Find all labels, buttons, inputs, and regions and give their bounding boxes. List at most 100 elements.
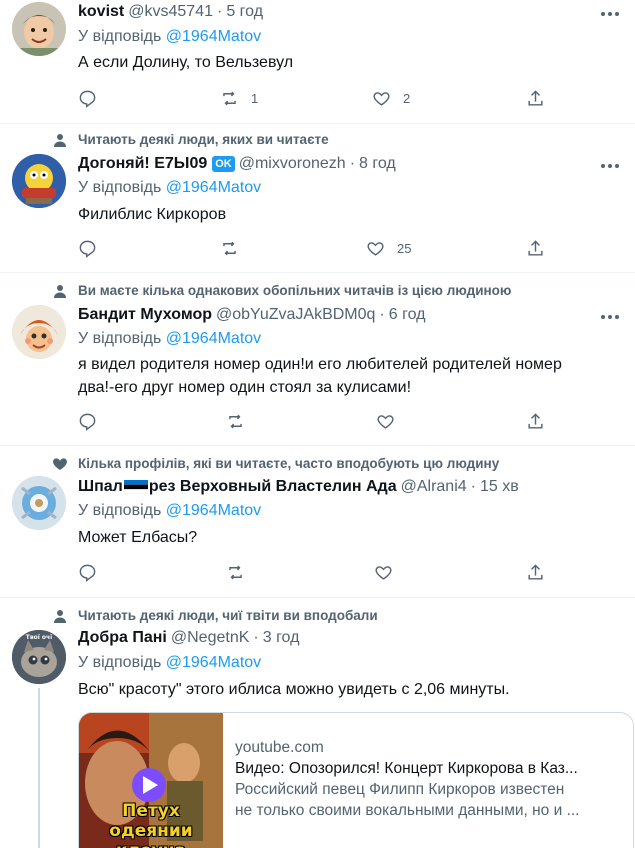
social-context: Ви маєте кілька однакових обопільних чит…: [78, 283, 512, 298]
share-button[interactable]: [526, 560, 545, 584]
separator-dot: ·: [216, 3, 223, 20]
card-domain: youtube.com: [235, 739, 324, 756]
reply-button[interactable]: [78, 409, 97, 433]
estonia-flag-icon: [123, 480, 148, 495]
like-button[interactable]: 2: [372, 86, 410, 110]
tweet-header: Добра Пані @NegetnK · 3 год: [78, 629, 299, 647]
author-handle[interactable]: @Alrani4: [401, 478, 467, 496]
reply-icon: [79, 564, 96, 582]
share-button[interactable]: [526, 86, 545, 110]
share-icon: [528, 239, 543, 256]
author-name-part[interactable]: Шпал: [78, 478, 123, 496]
more-options-icon[interactable]: [599, 4, 621, 24]
video-thumbnail[interactable]: Петух одеянии клоуна: [79, 713, 223, 848]
like-button[interactable]: [376, 409, 395, 433]
author-handle[interactable]: @NegetnK: [171, 629, 250, 647]
reply-button[interactable]: [78, 86, 97, 110]
more-options-icon[interactable]: [599, 307, 621, 327]
separator-dot: ·: [349, 155, 356, 172]
retweet-icon: [229, 565, 242, 579]
timestamp[interactable]: 5 год: [226, 3, 263, 21]
thumbnail-caption-line: одеянии клоуна: [109, 821, 193, 848]
thumbnail-caption-line: Петух: [122, 801, 180, 821]
person-icon: [52, 283, 68, 299]
like-count: 25: [397, 240, 412, 256]
author-name-part[interactable]: рез Верховный Властелин Ада: [149, 478, 397, 496]
reply-icon: [79, 240, 96, 258]
author-name[interactable]: Добра Пані: [78, 629, 167, 647]
avatar[interactable]: Твої очі: [12, 630, 66, 684]
heart-icon: [367, 241, 384, 256]
avatar[interactable]: [12, 305, 66, 359]
reply-icon: [79, 90, 96, 108]
avatar[interactable]: [12, 476, 66, 530]
reply-prefix: У відповідь: [78, 502, 162, 519]
retweet-button[interactable]: 1: [220, 86, 258, 110]
replying-to: У відповідь @1964Matov: [78, 28, 261, 46]
social-context: Читають деякі люди, чиї твіти ви вподоба…: [78, 608, 378, 623]
share-icon: [528, 563, 543, 580]
separator-dot: ·: [253, 629, 259, 646]
tweet-header: Шпал рез Верховный Властелин Ада @Alrani…: [78, 478, 519, 496]
retweet-button[interactable]: [226, 560, 245, 584]
card-title[interactable]: Видео: Опозорился! Концерт Киркорова в К…: [235, 758, 625, 779]
retweet-icon: [223, 91, 236, 105]
retweet-button[interactable]: [220, 236, 251, 260]
author-handle[interactable]: @obYuZvaJAkBDM0q: [216, 306, 375, 324]
avatar[interactable]: [12, 154, 66, 208]
author-name[interactable]: kovist: [78, 3, 124, 21]
reply-prefix: У відповідь: [78, 28, 162, 45]
tweet-text-line: два!-его друг номер один стоял за кулиса…: [78, 379, 412, 396]
tweet-3[interactable]: Ви маєте кілька однакових обопільних чит…: [0, 273, 635, 446]
replying-to: У відповідь @1964Matov: [78, 330, 261, 348]
replying-to: У відповідь @1964Matov: [78, 179, 261, 197]
reply-prefix: У відповідь: [78, 179, 162, 196]
retweet-button[interactable]: [226, 409, 245, 433]
separator-dot: ·: [470, 478, 476, 495]
timestamp[interactable]: 15 хв: [480, 478, 519, 496]
reply-mention-link[interactable]: @1964Matov: [166, 179, 261, 196]
heart-icon: [373, 91, 390, 106]
reply-icon: [79, 413, 96, 431]
author-name[interactable]: Бандит Мухомор: [78, 306, 212, 324]
reply-prefix: У відповідь: [78, 330, 162, 347]
reply-mention-link[interactable]: @1964Matov: [166, 502, 261, 519]
share-button[interactable]: [526, 409, 545, 433]
tweet-2[interactable]: Читають деякі люди, яких ви читаєте Дого…: [0, 124, 635, 273]
tweet-text: Всю" красоту" этого иблиса можно увидеть…: [78, 681, 510, 698]
card-description-line: не только своими вокальными данными, но …: [235, 802, 580, 819]
heart-icon: [377, 414, 394, 429]
retweet-count: 1: [251, 90, 259, 106]
person-icon: [52, 608, 68, 624]
more-options-icon[interactable]: [599, 156, 621, 176]
tweet-header: Догоняй! E7Ы09 OK @mixvoronezh · 8 год: [78, 155, 396, 173]
ok-badge: OK: [212, 156, 235, 172]
avatar[interactable]: [12, 2, 66, 56]
tweet-actions: [78, 560, 548, 584]
like-button[interactable]: [374, 560, 393, 584]
timestamp[interactable]: 6 год: [389, 306, 426, 324]
tweet-1[interactable]: kovist @kvs45741 · 5 год У відповідь @19…: [0, 0, 635, 124]
author-handle[interactable]: @mixvoronezh: [239, 155, 346, 173]
separator-dot: ·: [379, 306, 385, 323]
thumbnail-caption: Петух одеянии клоуна: [79, 801, 223, 848]
reply-button[interactable]: [78, 560, 97, 584]
share-button[interactable]: [526, 236, 545, 260]
reply-mention-link[interactable]: @1964Matov: [166, 28, 261, 45]
timestamp[interactable]: 3 год: [263, 629, 300, 647]
timestamp[interactable]: 8 год: [359, 155, 396, 173]
reply-button[interactable]: [78, 236, 97, 260]
heart-icon: [52, 456, 68, 472]
tweet-4[interactable]: Кілька профілів, які ви читаєте, часто в…: [0, 446, 635, 598]
author-name[interactable]: Догоняй! E7Ы09: [78, 155, 207, 173]
tweet-actions: 25: [78, 236, 548, 260]
reply-mention-link[interactable]: @1964Matov: [166, 654, 261, 671]
author-handle[interactable]: @kvs45741: [128, 3, 213, 21]
link-preview-card[interactable]: Петух одеянии клоуна youtube.com Видео: …: [78, 712, 634, 848]
tweet-text: я видел родителя номер один!и его любите…: [78, 353, 619, 399]
tweet-actions: 1 2: [78, 86, 548, 110]
like-button[interactable]: 25: [366, 236, 411, 260]
thread-line: [38, 688, 40, 848]
reply-mention-link[interactable]: @1964Matov: [166, 330, 261, 347]
replying-to: У відповідь @1964Matov: [78, 654, 261, 672]
